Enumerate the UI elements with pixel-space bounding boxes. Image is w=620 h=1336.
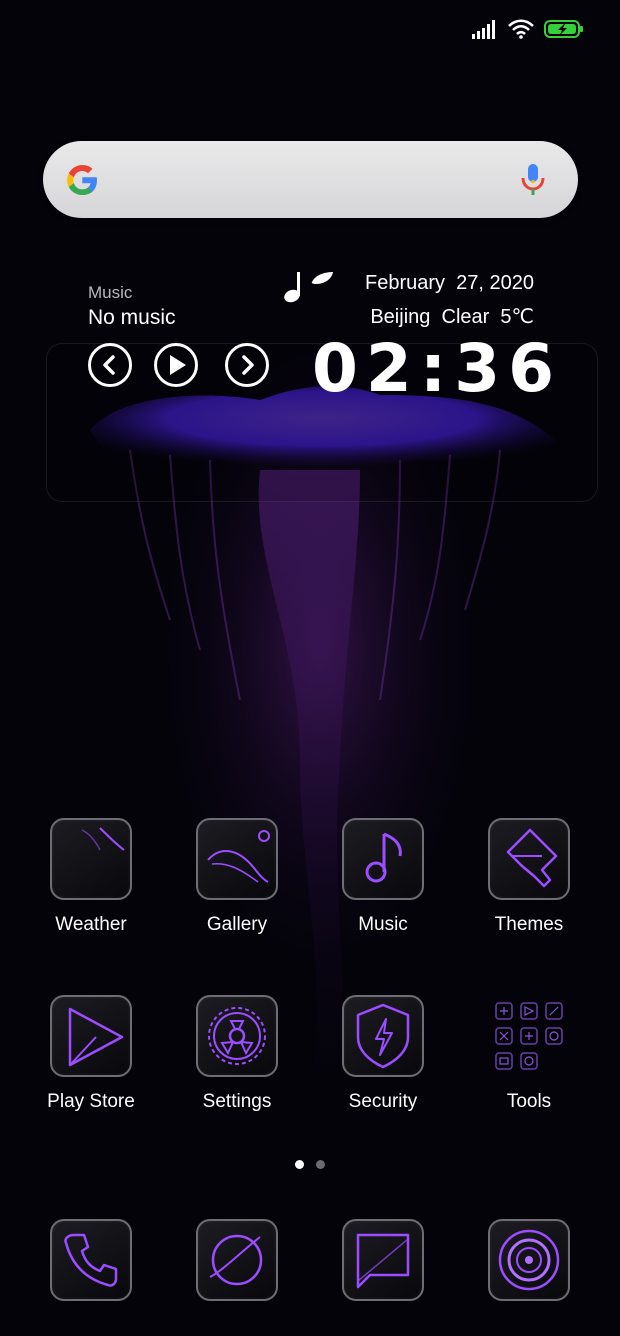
messages-icon [356,1233,410,1289]
security-shield-icon [356,1003,410,1069]
battery-charging-icon [544,20,583,38]
status-bar [472,14,584,44]
app-settings[interactable]: Settings [164,995,310,1155]
page-dot[interactable] [316,1160,325,1169]
dock-messages[interactable] [310,1219,456,1336]
music-note-icon [284,272,333,303]
chevron-left-icon [103,355,115,375]
app-tile[interactable] [50,818,132,900]
app-label: Weather [55,914,127,935]
dock-phone[interactable] [18,1219,164,1336]
page-dot-active[interactable] [295,1160,304,1169]
app-label: Play Store [47,1091,135,1112]
home-screen: Music No music February 27, 2020 Beijing… [0,0,620,1336]
browser-planet-icon [209,1234,263,1286]
app-tile[interactable] [196,995,278,1077]
play-icon [170,355,186,375]
previous-track-button[interactable] [88,343,132,387]
app-music[interactable]: Music [310,818,456,978]
dock-camera[interactable] [456,1219,602,1336]
app-tile[interactable] [488,818,570,900]
camera-icon [498,1229,560,1291]
wifi-icon [508,19,534,39]
next-track-button[interactable] [225,343,269,387]
google-logo-icon [67,165,97,195]
microphone-icon[interactable] [520,162,546,198]
signal-bars-icon [472,20,495,39]
app-label: Tools [506,1091,552,1112]
app-tile[interactable] [342,1219,424,1301]
play-store-icon [68,1007,124,1067]
app-play-store[interactable]: Play Store [18,995,164,1155]
app-tile[interactable] [50,1219,132,1301]
app-label: Settings [202,1091,272,1112]
play-button[interactable] [154,343,198,387]
app-security[interactable]: Security [310,995,456,1155]
app-weather[interactable]: Weather [18,818,164,978]
app-tile[interactable] [196,818,278,900]
weather-icon [81,827,125,851]
gallery-icon [207,830,270,883]
app-tools-folder[interactable]: Tools [456,995,602,1155]
app-gallery[interactable]: Gallery [164,818,310,978]
music-widget-label: Music [88,283,133,302]
app-label: Gallery [206,914,268,935]
app-tile[interactable] [50,995,132,1077]
weather-text: Beijing Clear 5℃ [370,306,534,328]
app-tile[interactable] [342,995,424,1077]
clock-time[interactable]: 02:36 [312,330,562,407]
app-label: Security [348,1091,418,1112]
app-tile[interactable] [196,1219,278,1301]
chevron-right-icon [242,355,254,375]
tools-folder-icon [495,1002,563,1070]
phone-icon [64,1233,118,1287]
themes-brush-icon [506,828,558,888]
dock-browser[interactable] [164,1219,310,1336]
app-tile[interactable] [342,818,424,900]
app-label: Music [358,914,408,935]
app-themes[interactable]: Themes [456,818,602,978]
page-indicator [295,1160,325,1169]
music-track-title: No music [88,306,176,329]
app-label: Themes [494,914,564,935]
google-search-bar[interactable] [43,141,578,218]
date-text: February 27, 2020 [365,272,534,294]
music-icon [365,832,402,883]
settings-gear-icon [208,1007,266,1065]
app-tile[interactable] [488,1219,570,1301]
